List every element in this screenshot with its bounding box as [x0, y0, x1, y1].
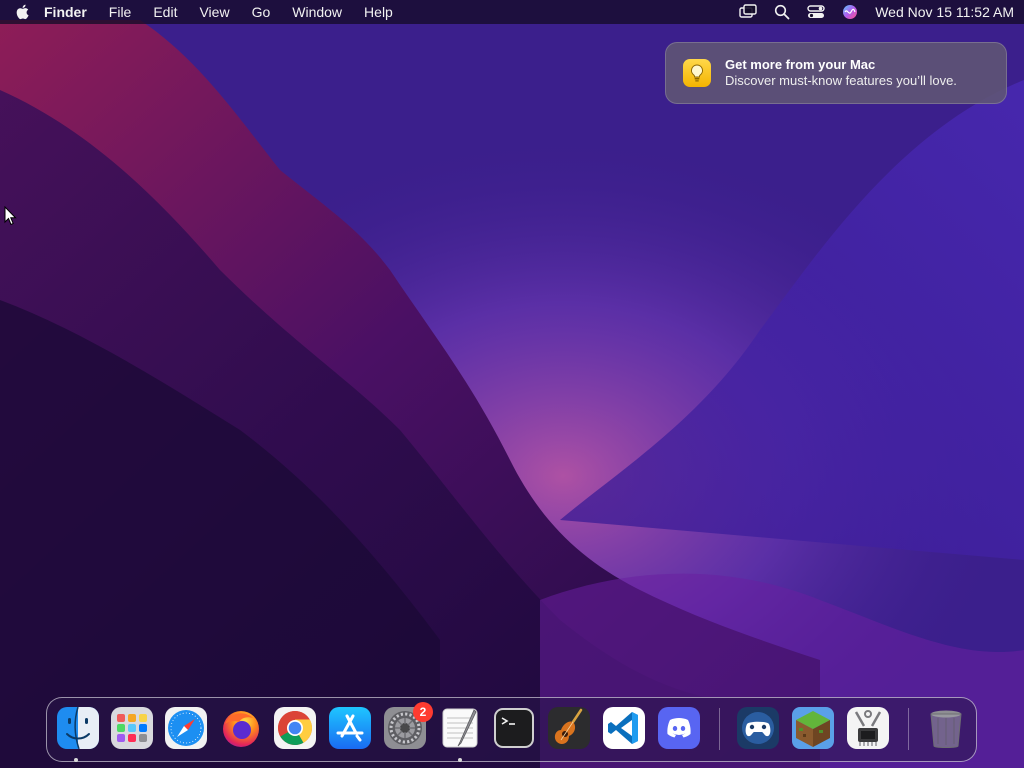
dock-firefox[interactable] [219, 706, 263, 750]
chrome-icon [274, 707, 316, 749]
dock-finder[interactable] [56, 706, 100, 750]
running-indicator-textedit [458, 758, 462, 762]
notification-body: Discover must-know features you’ll love. [725, 73, 957, 88]
dock-textedit[interactable] [438, 706, 482, 750]
minecraft-icon [792, 707, 834, 749]
dock-separator [908, 708, 909, 750]
dock-chrome[interactable] [273, 706, 317, 750]
firefox-icon [223, 711, 259, 747]
app-menu-finder[interactable]: Finder [30, 0, 98, 24]
control-center-icon[interactable] [807, 3, 825, 21]
desktop[interactable]: Finder File Edit View Go Window Help Wed… [0, 0, 1024, 768]
dock-terminal[interactable] [492, 706, 536, 750]
menu-window[interactable]: Window [281, 0, 353, 24]
running-indicator-finder [74, 758, 78, 762]
textedit-icon [442, 708, 478, 748]
menu-bar-clock[interactable]: Wed Nov 15 11:52 AM [875, 4, 1014, 20]
menu-bar: Finder File Edit View Go Window Help Wed… [0, 0, 1024, 24]
dock-game-controller[interactable] [736, 706, 780, 750]
system-information-icon [847, 707, 889, 749]
dock-trash[interactable] [924, 706, 968, 750]
dock-system-information[interactable] [846, 706, 890, 750]
notification-title: Get more from your Mac [725, 57, 876, 72]
mouse-cursor-icon [4, 206, 17, 226]
dock-launchpad[interactable] [110, 706, 154, 750]
safari-icon [165, 707, 207, 749]
menu-help[interactable]: Help [353, 0, 404, 24]
vscode-icon [603, 707, 645, 749]
dock-safari[interactable] [164, 706, 208, 750]
menu-view[interactable]: View [188, 0, 240, 24]
app-store-icon [329, 707, 371, 749]
trash-icon [930, 710, 962, 748]
dock [46, 697, 977, 762]
dock-minecraft[interactable] [791, 706, 835, 750]
siri-icon[interactable] [841, 3, 859, 21]
garageband-icon [548, 707, 590, 749]
terminal-icon [494, 708, 534, 748]
game-controller-icon [737, 707, 779, 749]
wallpaper [0, 0, 1024, 768]
menu-edit[interactable]: Edit [142, 0, 188, 24]
system-settings-badge: 2 [413, 702, 433, 722]
dock-app-store[interactable] [328, 706, 372, 750]
notification-banner[interactable]: Get more from your Mac Discover must-kno… [665, 42, 1007, 104]
screen-mirroring-icon[interactable] [739, 3, 757, 21]
dock-vscode[interactable] [602, 706, 646, 750]
lightbulb-icon [683, 59, 711, 87]
dock-garageband[interactable] [547, 706, 591, 750]
launchpad-icon [111, 707, 153, 749]
menu-go[interactable]: Go [241, 0, 282, 24]
search-icon[interactable] [773, 3, 791, 21]
dock-separator [719, 708, 720, 750]
apple-menu-icon[interactable] [14, 3, 30, 21]
menu-file[interactable]: File [98, 0, 143, 24]
discord-icon [658, 707, 700, 749]
finder-icon [57, 706, 99, 750]
dock-discord[interactable] [657, 706, 701, 750]
